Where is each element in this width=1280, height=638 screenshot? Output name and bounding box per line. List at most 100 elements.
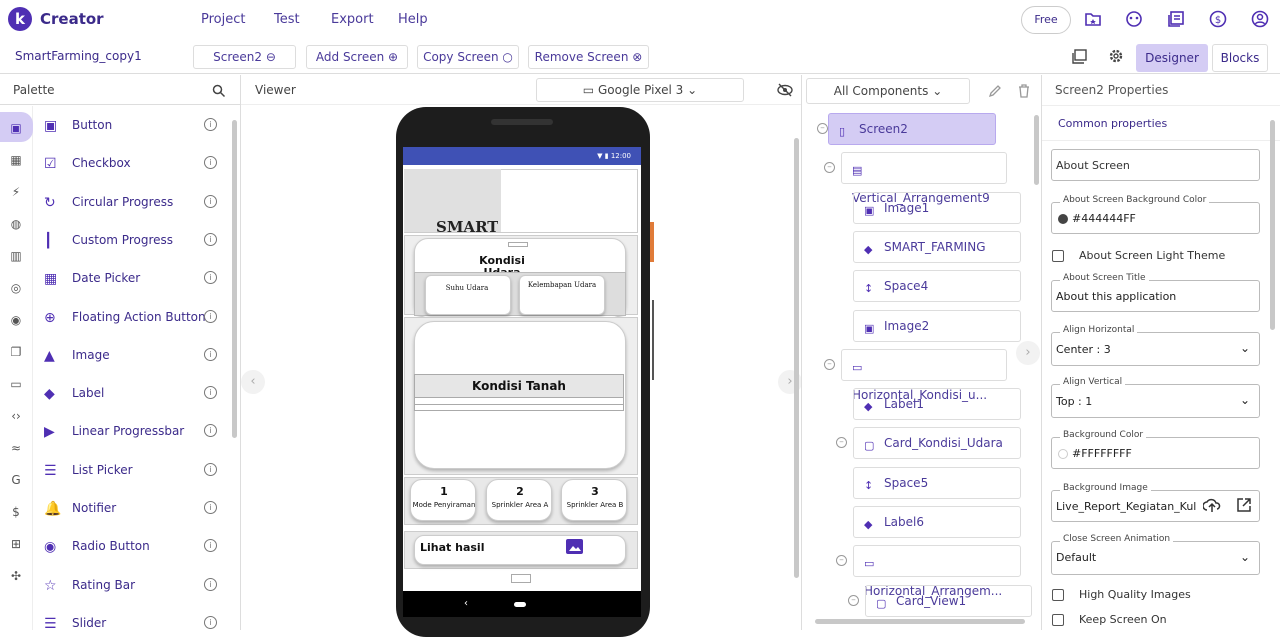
- search-icon[interactable]: [212, 84, 226, 98]
- palette-item-circular-progress[interactable]: ↻ Circular Progress i: [44, 189, 224, 217]
- smart-farming-label[interactable]: SMART: [436, 218, 498, 232]
- components-filter[interactable]: All Components ⌄: [806, 78, 970, 104]
- dollar-icon[interactable]: $: [1209, 10, 1227, 28]
- palette-item-linear-progressbar[interactable]: ▶ Linear Progressbar i: [44, 418, 224, 446]
- info-icon[interactable]: i: [204, 539, 217, 553]
- compass-category-icon[interactable]: ◎: [8, 280, 24, 296]
- common-properties-tab[interactable]: Common properties: [1058, 117, 1167, 130]
- extension-grid-icon[interactable]: ⊞: [8, 536, 24, 552]
- tree-node-card-view1[interactable]: ▢ Card_View1: [865, 584, 1032, 617]
- blocks-tab[interactable]: Blocks: [1212, 44, 1268, 72]
- menu-help[interactable]: Help: [398, 12, 428, 27]
- tree-node-vertical-arrangement9[interactable]: ▤Vertical_Arrangement9: [841, 152, 1007, 205]
- palette-item-button[interactable]: ▣ Button i: [44, 112, 224, 140]
- background-image-field[interactable]: Background Image Live_Report_Kegiatan_Kul…: [1051, 483, 1260, 522]
- palette-item-slider[interactable]: ☰ Slider i: [44, 610, 224, 638]
- collapse-toggle[interactable]: –: [836, 555, 847, 567]
- edit-icon[interactable]: [988, 84, 1002, 98]
- info-icon[interactable]: i: [204, 118, 217, 131]
- plan-badge[interactable]: Free: [1021, 6, 1071, 34]
- keep-screen-checkbox[interactable]: [1052, 614, 1064, 626]
- info-icon[interactable]: i: [204, 424, 217, 438]
- collapse-toggle[interactable]: –: [824, 162, 835, 174]
- tree-node-screen2[interactable]: ▯ Screen2: [828, 113, 996, 145]
- viewer-scrollbar[interactable]: [794, 138, 799, 578]
- palette-item-notifier[interactable]: 🔔 Notifier i: [44, 495, 224, 523]
- background-color-field[interactable]: Background Color #FFFFFFFF: [1051, 430, 1260, 469]
- info-icon[interactable]: i: [204, 501, 217, 514]
- layout-category-icon[interactable]: ▦: [8, 152, 24, 168]
- info-icon[interactable]: i: [204, 347, 217, 361]
- collapse-toggle[interactable]: –: [817, 123, 828, 134]
- gear-icon[interactable]: [1108, 48, 1124, 64]
- palette-item-floating-action-button[interactable]: ⊕ Floating Action Button i: [44, 304, 224, 332]
- menu-export[interactable]: Export: [331, 12, 374, 27]
- kondisi-tanah-label[interactable]: Kondisi Tanah: [414, 374, 624, 398]
- add-screen-button[interactable]: Add Screen ⊕: [306, 45, 408, 69]
- account-icon[interactable]: [1251, 10, 1269, 28]
- chevron-right-icon[interactable]: ›: [1016, 341, 1040, 365]
- tree-node-space4[interactable]: ↕ Space4: [853, 270, 1021, 303]
- app-name[interactable]: Creator: [40, 10, 104, 28]
- collapse-toggle[interactable]: –: [824, 358, 835, 370]
- app-logo[interactable]: k: [8, 7, 32, 31]
- copy-category-icon[interactable]: ❐: [8, 344, 24, 360]
- components-scrollbar[interactable]: [1034, 115, 1039, 185]
- info-icon[interactable]: i: [204, 194, 217, 208]
- phone-button-3[interactable]: 3 Sprinkler Area B: [561, 479, 627, 521]
- puzzle-icon[interactable]: ✣: [8, 568, 24, 584]
- rss-category-icon[interactable]: ≈: [8, 440, 24, 456]
- info-icon[interactable]: i: [204, 232, 217, 246]
- games-category-icon[interactable]: ◉: [8, 312, 24, 328]
- info-icon[interactable]: i: [204, 577, 217, 591]
- suhu-udara-label[interactable]: Suhu Udara: [440, 284, 494, 300]
- tree-node-space5[interactable]: ↕ Space5: [853, 466, 1021, 499]
- properties-scrollbar[interactable]: [1270, 120, 1275, 330]
- high-quality-checkbox[interactable]: [1052, 589, 1064, 601]
- screen-select[interactable]: Screen2 ⊖: [193, 45, 296, 69]
- preview-icon[interactable]: [1072, 48, 1088, 64]
- info-icon[interactable]: i: [204, 156, 217, 170]
- about-title-field[interactable]: About Screen Title About this application: [1051, 273, 1260, 312]
- phone-button-1[interactable]: 1 Mode Penyiraman: [410, 479, 476, 521]
- palette-item-list-picker[interactable]: ☰ List Picker i: [44, 457, 224, 485]
- palette-item-image[interactable]: ▲ Image i: [44, 342, 224, 370]
- kelembapan-udara-label[interactable]: Kelembapan Udara: [526, 281, 598, 298]
- palette-item-label[interactable]: ◆ Label i: [44, 380, 224, 408]
- components-hscrollbar[interactable]: [815, 619, 1025, 624]
- storage-category-icon[interactable]: ▭: [8, 376, 24, 392]
- light-theme-checkbox[interactable]: [1052, 250, 1064, 262]
- info-icon[interactable]: i: [204, 271, 217, 285]
- tree-node-label6[interactable]: ◆ Label6: [853, 506, 1021, 538]
- chevron-left-icon[interactable]: ‹: [241, 370, 265, 394]
- google-category-icon[interactable]: G: [8, 472, 24, 488]
- tree-node-card-kondisi-udara[interactable]: ▢ Card_Kondisi_Udara: [853, 427, 1021, 460]
- menu-test[interactable]: Test: [274, 12, 300, 27]
- folder-star-icon[interactable]: [1084, 10, 1102, 28]
- palette-item-date-picker[interactable]: ▦ Date Picker i: [44, 265, 224, 293]
- info-icon[interactable]: i: [204, 386, 217, 400]
- phone-button-2[interactable]: 2 Sprinkler Area A: [486, 479, 552, 521]
- palette-item-rating-bar[interactable]: ☆ Rating Bar i: [44, 572, 224, 600]
- tree-node-image1[interactable]: ▣ Image1: [853, 191, 1021, 224]
- upload-icon[interactable]: [1203, 498, 1221, 514]
- visibility-off-icon[interactable]: [777, 83, 793, 97]
- align-vertical-select[interactable]: Align Vertical Top : 1 ⌄: [1051, 377, 1260, 418]
- palette-item-checkbox[interactable]: ☑ Checkbox i: [44, 150, 224, 178]
- designer-tab[interactable]: Designer: [1136, 44, 1208, 72]
- tree-node-horizontal-kondisi-u[interactable]: ▭Horizontal_Kondisi_u...: [841, 348, 1007, 402]
- info-icon[interactable]: i: [204, 615, 217, 629]
- remove-screen-button[interactable]: Remove Screen ⊗: [528, 45, 649, 69]
- tree-node-image2[interactable]: ▣ Image2: [853, 309, 1021, 342]
- kondisi-udara-label[interactable]: Kondisi Udara: [470, 255, 534, 273]
- map-category-icon[interactable]: ▥: [8, 248, 24, 264]
- media-category-icon[interactable]: ⚡: [8, 184, 24, 200]
- tree-node-label1[interactable]: ◆ Label1: [853, 388, 1021, 421]
- palette-scrollbar[interactable]: [232, 120, 237, 438]
- device-select[interactable]: ▭ Google Pixel 3 ⌄: [536, 78, 744, 102]
- palette-item-radio-button[interactable]: ◉ Radio Button i: [44, 533, 224, 561]
- palette-item-custom-progress[interactable]: ┃ Custom Progress i: [44, 227, 224, 255]
- code-category-icon[interactable]: ‹›: [8, 408, 24, 424]
- about-bg-color-field[interactable]: About Screen Background Color #444444FF: [1051, 195, 1260, 234]
- open-external-icon[interactable]: [1237, 498, 1251, 512]
